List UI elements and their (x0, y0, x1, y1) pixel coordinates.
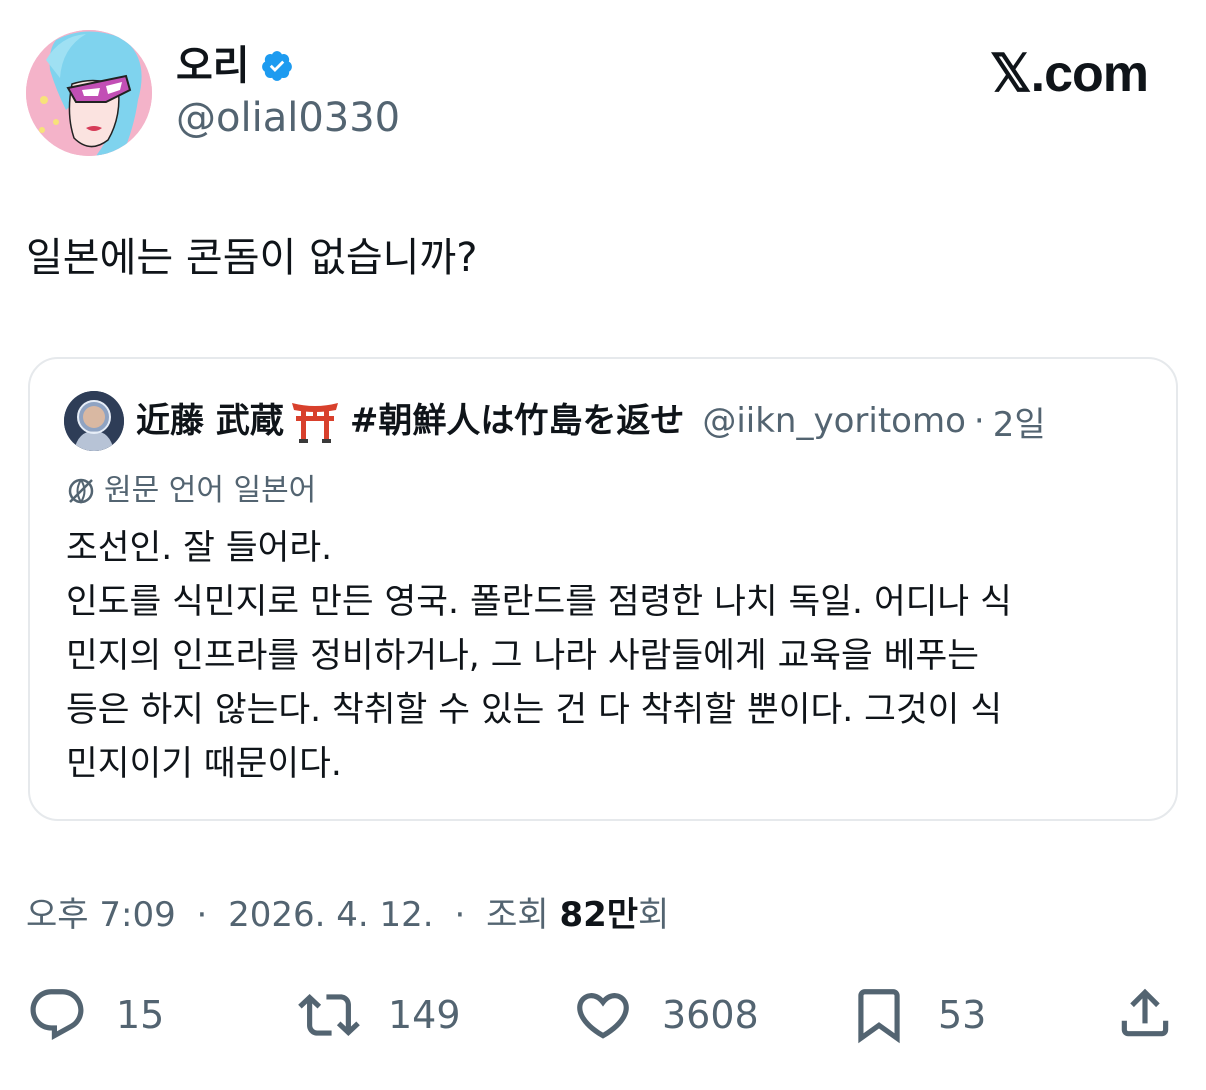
heart-icon (577, 993, 629, 1039)
reply-count: 15 (116, 993, 165, 1037)
quoted-tweet-text: 조선인. 잘 들어라. 인도를 식민지로 만든 영국. 폴란드를 점령한 나치 … (66, 521, 1156, 791)
separator-dot: · (973, 401, 985, 441)
x-logo: 𝕏.com (989, 45, 1149, 103)
share-icon (1121, 988, 1169, 1037)
like-button[interactable]: 3608 (572, 982, 759, 1048)
quoted-text-line: 조선인. 잘 들어라. (66, 528, 333, 568)
quoted-tweet[interactable]: 近藤 武蔵 #朝鮮人は竹島を返せ @iikn_yoritomo · 2일 원문 … (28, 357, 1178, 821)
views-count: 82만 (559, 895, 639, 935)
bookmark-icon (858, 989, 900, 1044)
like-count: 3608 (662, 993, 759, 1037)
author-display-name[interactable]: 오리 (176, 42, 250, 90)
bookmark-count: 53 (938, 993, 987, 1037)
views-suffix: 회 (638, 895, 670, 935)
quoted-author-hashtag: #朝鮮人は竹島を返せ (349, 401, 685, 441)
separator-dot: · (454, 895, 466, 935)
author-avatar[interactable] (26, 30, 152, 156)
action-bar: 15 149 3608 53 (26, 982, 1176, 1048)
quoted-text-line: 인도를 식민지로 만든 영국. 폴란드를 점령한 나치 독일. 어디나 식 (66, 582, 1012, 622)
quoted-timestamp[interactable]: 2일 (993, 397, 1046, 446)
quoted-text-line: 민지의 인프라를 정비하거나, 그 나라 사람들에게 교육을 베푸는 (66, 636, 979, 676)
quoted-author-avatar[interactable] (64, 391, 124, 451)
translation-label: 원문 언어 일본어 (104, 473, 317, 508)
tweet-time[interactable]: 오후 7:09 (26, 895, 176, 935)
quoted-author-handle[interactable]: @iikn_yoritomo (702, 399, 966, 443)
quoted-text-line: 등은 하지 않는다. 착취할 수 있는 건 다 착취할 뿐이다. 그것이 식 (66, 690, 1003, 730)
reply-icon (30, 989, 84, 1041)
share-button[interactable] (1114, 982, 1176, 1048)
bookmark-button[interactable]: 53 (848, 982, 986, 1048)
tweet-text: 일본에는 콘돔이 없습니까? (26, 235, 478, 281)
translation-notice[interactable]: 원문 언어 일본어 (66, 471, 316, 511)
tweet-date[interactable]: 2026. 4. 12. (228, 895, 433, 935)
views-label: 조회 (486, 895, 549, 935)
author-handle[interactable]: @olial0330 (176, 94, 400, 142)
repost-icon (298, 994, 360, 1036)
reply-button[interactable]: 15 (26, 982, 164, 1048)
tweet-meta: 오후 7:09 · 2026. 4. 12. · 조회 82만회 (26, 892, 669, 938)
globe-off-icon (66, 476, 96, 506)
quoted-text-line: 민지이기 때문이다. (66, 744, 342, 784)
quoted-tweet-header: 近藤 武蔵 #朝鮮人は竹島を返せ @iikn_yoritomo · 2일 (64, 391, 1046, 451)
repost-button[interactable]: 149 (298, 982, 461, 1048)
quoted-author-name[interactable]: 近藤 武蔵 (136, 399, 284, 443)
verified-badge-icon (260, 49, 294, 83)
separator-dot: · (196, 895, 208, 935)
tweet-header: 오리 @olial0330 𝕏.com (26, 30, 1176, 160)
repost-count: 149 (388, 993, 461, 1037)
torii-gate-icon (290, 399, 340, 443)
